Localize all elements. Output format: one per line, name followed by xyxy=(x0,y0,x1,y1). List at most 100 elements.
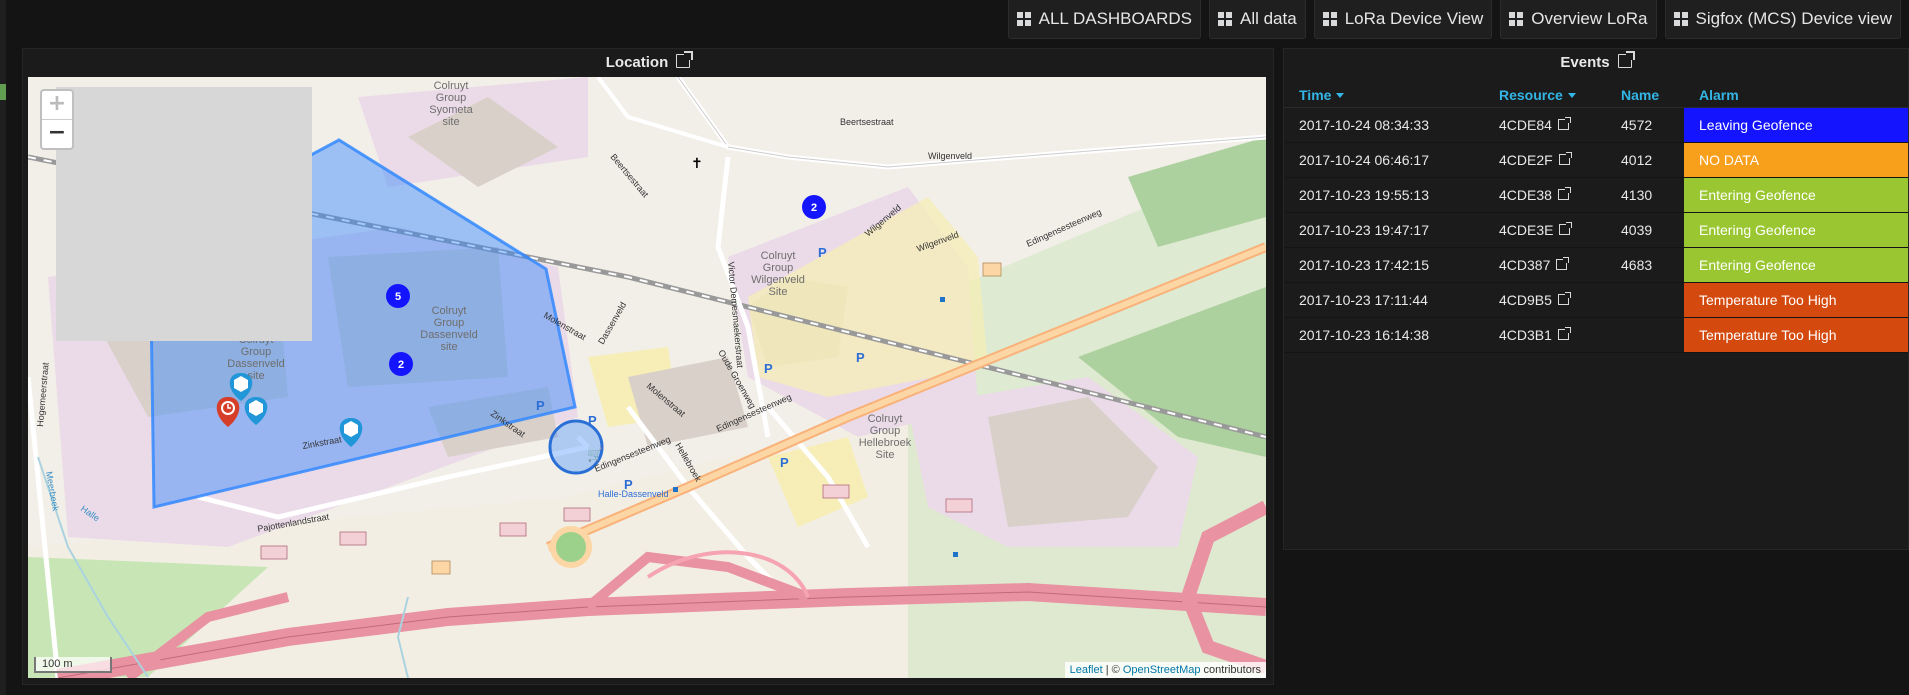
cell-alarm: Temperature Too High xyxy=(1684,317,1908,353)
map-label-site: Group xyxy=(434,317,465,329)
dashboard-grid-icon xyxy=(1322,12,1337,26)
nav-button-label: All data xyxy=(1239,9,1297,28)
nav-overview-lora-button[interactable]: Overview LoRa xyxy=(1500,0,1657,39)
cell-alarm: Entering Geofence xyxy=(1684,177,1908,213)
attribution-separator: | © xyxy=(1102,664,1123,676)
map-label-site: Site xyxy=(769,286,788,298)
column-header-label: Name xyxy=(1621,87,1660,103)
nav-all-dashboards-button[interactable]: ALL DASHBOARDS xyxy=(1007,0,1201,39)
events-table: Time Resource Name Alarm 2017-10-24 08:3… xyxy=(1284,83,1908,353)
table-row: 2017-10-23 16:14:38 4CD3B1 Temperature Too… xyxy=(1284,317,1908,353)
cell-name: 4012 xyxy=(1606,142,1684,178)
zoom-out-button[interactable]: − xyxy=(42,120,72,148)
map-label-site: Group xyxy=(436,92,467,104)
nav-all-data-button[interactable]: All data xyxy=(1208,0,1306,39)
resource-link[interactable]: 4CD387 xyxy=(1499,257,1550,273)
external-link-icon[interactable] xyxy=(1557,292,1571,305)
map-label-site: Wilgenveld xyxy=(751,274,805,286)
parking-label: P xyxy=(856,350,865,365)
cell-name: 4039 xyxy=(1606,212,1684,248)
external-link-icon[interactable] xyxy=(1559,222,1573,235)
cell-resource[interactable]: 4CD3B1 xyxy=(1484,317,1606,353)
external-link-icon[interactable] xyxy=(1557,327,1571,340)
dashboard-grid-icon xyxy=(1509,12,1524,26)
cell-resource[interactable]: 4CD387 xyxy=(1484,247,1606,283)
dashboard-grid-icon xyxy=(1217,12,1232,26)
map-scale-bar: 100 m xyxy=(34,657,112,673)
column-header-time[interactable]: Time xyxy=(1284,83,1484,108)
map-label-site: Colruyt xyxy=(868,413,903,425)
cluster-count: 2 xyxy=(811,202,817,214)
cell-resource[interactable]: 4CDE38 xyxy=(1484,177,1606,213)
resource-link[interactable]: 4CDE2F xyxy=(1499,152,1553,168)
column-header-resource[interactable]: Resource xyxy=(1484,83,1606,108)
nav-lora-device-view-button[interactable]: LoRa Device View xyxy=(1313,0,1493,39)
external-link-icon[interactable] xyxy=(1557,187,1571,200)
station-label: Halle-Dassenveld xyxy=(598,489,669,499)
parking-label: P xyxy=(818,245,827,260)
cell-name: 4572 xyxy=(1606,107,1684,143)
cluster-marker[interactable]: 2 xyxy=(802,195,826,219)
cell-resource[interactable]: 4CDE2F xyxy=(1484,142,1606,178)
table-row: 2017-10-24 08:34:33 4CDE84 4572 Leaving Geo… xyxy=(1284,107,1908,143)
map-label-site: Dassenveld xyxy=(227,358,284,370)
parking-label: P xyxy=(588,413,597,428)
cell-name: 4683 xyxy=(1606,247,1684,283)
left-edge-strip xyxy=(0,0,6,695)
resource-link[interactable]: 4CDE3E xyxy=(1499,222,1553,238)
resource-link[interactable]: 4CDE84 xyxy=(1499,117,1552,133)
column-header-name[interactable]: Name xyxy=(1606,83,1684,108)
map-street-label: Beertsestraat xyxy=(840,117,894,127)
cluster-count: 2 xyxy=(398,359,404,371)
nav-sigfox-device-view-button[interactable]: Sigfox (MCS) Device view xyxy=(1664,0,1901,39)
external-link-icon[interactable] xyxy=(1556,257,1570,270)
panel-title-text: Location xyxy=(605,54,669,71)
panel-title-text: Events xyxy=(1560,54,1610,71)
map-view[interactable]: 🛒 ✝ Colruyt Group Syometa site Colruyt G… xyxy=(28,77,1266,678)
cell-resource[interactable]: 4CDE3E xyxy=(1484,212,1606,248)
cell-alarm: Leaving Geofence xyxy=(1684,107,1908,143)
nav-button-label: Overview LoRa xyxy=(1531,9,1648,28)
external-link-icon[interactable] xyxy=(1617,51,1635,68)
cell-resource[interactable]: 4CD9B5 xyxy=(1484,282,1606,318)
map-label-site: Group xyxy=(763,262,794,274)
events-panel-title[interactable]: Events xyxy=(1284,49,1908,77)
external-link-icon[interactable] xyxy=(676,51,694,68)
external-link-icon[interactable] xyxy=(1558,152,1572,165)
location-panel-title[interactable]: Location xyxy=(23,49,1273,77)
cluster-marker[interactable]: 2 xyxy=(389,352,413,376)
resource-link[interactable]: 4CDE38 xyxy=(1499,187,1552,203)
left-edge-marker xyxy=(0,84,6,100)
parking-label: P xyxy=(764,361,773,376)
cell-resource[interactable]: 4CDE84 xyxy=(1484,107,1606,143)
nav-button-label: LoRa Device View xyxy=(1344,9,1484,28)
sort-caret-icon xyxy=(1336,93,1345,98)
events-panel: Events Time Resource Name Alarm 2017-10-… xyxy=(1283,48,1909,550)
cell-time: 2017-10-24 08:34:33 xyxy=(1284,107,1484,143)
resource-link[interactable]: 4CD9B5 xyxy=(1499,292,1552,308)
cluster-count: 5 xyxy=(395,291,401,303)
cluster-marker[interactable]: 5 xyxy=(386,284,410,308)
cell-name xyxy=(1606,282,1684,318)
parking-label: P xyxy=(624,477,633,492)
column-header-alarm[interactable]: Alarm xyxy=(1684,83,1908,108)
sort-caret-icon xyxy=(1567,93,1576,98)
column-header-label: Alarm xyxy=(1699,87,1739,103)
map-label-site: Hellebroek xyxy=(859,437,912,449)
cell-alarm: Entering Geofence xyxy=(1684,212,1908,248)
leaflet-link[interactable]: Leaflet xyxy=(1070,664,1103,676)
cell-alarm: Temperature Too High xyxy=(1684,282,1908,318)
map-label-site: Colruyt xyxy=(761,250,796,262)
resource-link[interactable]: 4CD3B1 xyxy=(1499,327,1552,343)
nav-button-label: Sigfox (MCS) Device view xyxy=(1695,9,1893,28)
parking-label: P xyxy=(780,455,789,470)
map-label-site: Syometa xyxy=(429,104,473,116)
map-label-site: Site xyxy=(876,449,895,461)
map-street-label: Wilgenveld xyxy=(928,151,972,161)
map-label-site: site xyxy=(442,116,459,128)
openstreetmap-link[interactable]: OpenStreetMap xyxy=(1123,664,1201,676)
map-label-site: Group xyxy=(241,346,272,358)
zoom-in-button[interactable]: + xyxy=(42,91,72,120)
external-link-icon[interactable] xyxy=(1557,117,1571,130)
parking-label: P xyxy=(536,398,545,413)
